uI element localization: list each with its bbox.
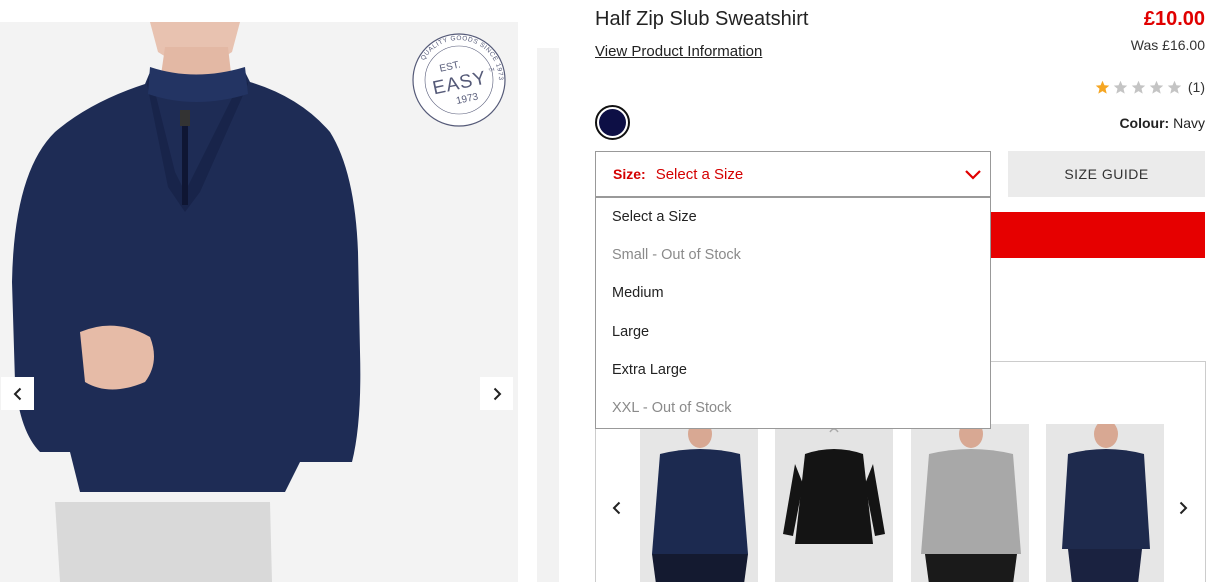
chevron-down-icon	[965, 170, 981, 180]
gallery-prev-button[interactable]	[1, 377, 34, 410]
colour-label: Colour:	[1119, 115, 1170, 131]
size-option[interactable]: Select a Size	[596, 198, 990, 236]
recommendation-thumbnail[interactable]	[775, 424, 893, 582]
size-label: Size:	[613, 166, 646, 182]
colour-swatch-navy[interactable]	[595, 105, 630, 140]
size-dropdown-list: Select a Size Small - Out of Stock Mediu…	[595, 197, 991, 429]
size-option-disabled: XXL - Out of Stock	[612, 400, 732, 417]
size-guide-button[interactable]: SIZE GUIDE	[1008, 151, 1205, 197]
size-option[interactable]: Large	[596, 313, 990, 351]
size-selected-value: Select a Size	[655, 165, 744, 183]
star-icon	[1149, 80, 1164, 94]
product-thumbnail-image	[911, 424, 1029, 582]
size-option[interactable]: Medium	[596, 274, 990, 312]
recommendations-prev-button[interactable]	[607, 498, 627, 518]
product-thumbnail-image	[775, 424, 893, 582]
was-price: Was £16.00	[1130, 37, 1205, 53]
chevron-left-icon	[612, 501, 621, 515]
gallery-next-image-peek	[537, 48, 559, 582]
chevron-left-icon	[13, 387, 21, 400]
brand-seal-logo: QUALITY GOODS SINCE 1973 EST. EASY TM 19…	[412, 33, 506, 127]
product-thumbnail-image	[640, 424, 758, 582]
recommendations-next-button[interactable]	[1173, 498, 1193, 518]
recommendation-thumbnail[interactable]	[640, 424, 758, 582]
product-thumbnail-image	[1046, 424, 1164, 582]
product-page: QUALITY GOODS SINCE 1973 EST. EASY TM 19…	[0, 0, 1209, 582]
chevron-right-icon	[493, 387, 501, 400]
gallery-next-button[interactable]	[480, 377, 513, 410]
current-price: £10.00	[1143, 8, 1205, 30]
recommendation-thumbnail[interactable]	[911, 424, 1029, 582]
rating-count: (1)	[1187, 79, 1205, 95]
product-rating[interactable]: (1)	[1095, 79, 1205, 95]
size-option-disabled: Small - Out of Stock	[612, 247, 741, 263]
product-title: Half Zip Slub Sweatshirt	[595, 8, 809, 30]
star-icon	[1095, 80, 1110, 94]
chevron-right-icon	[1179, 501, 1188, 515]
view-product-information-link[interactable]: View Product Information	[595, 43, 762, 60]
star-icon	[1131, 80, 1146, 94]
size-option[interactable]: Extra Large	[596, 351, 990, 389]
recommendation-thumbnail[interactable]	[1046, 424, 1164, 582]
colour-indicator: Colour: Navy	[1119, 115, 1205, 131]
star-icon	[1113, 80, 1128, 94]
colour-value: Navy	[1173, 115, 1205, 131]
size-select[interactable]: Size: Select a Size	[595, 151, 991, 197]
swatch-fill	[599, 109, 626, 136]
star-icon	[1167, 80, 1182, 94]
